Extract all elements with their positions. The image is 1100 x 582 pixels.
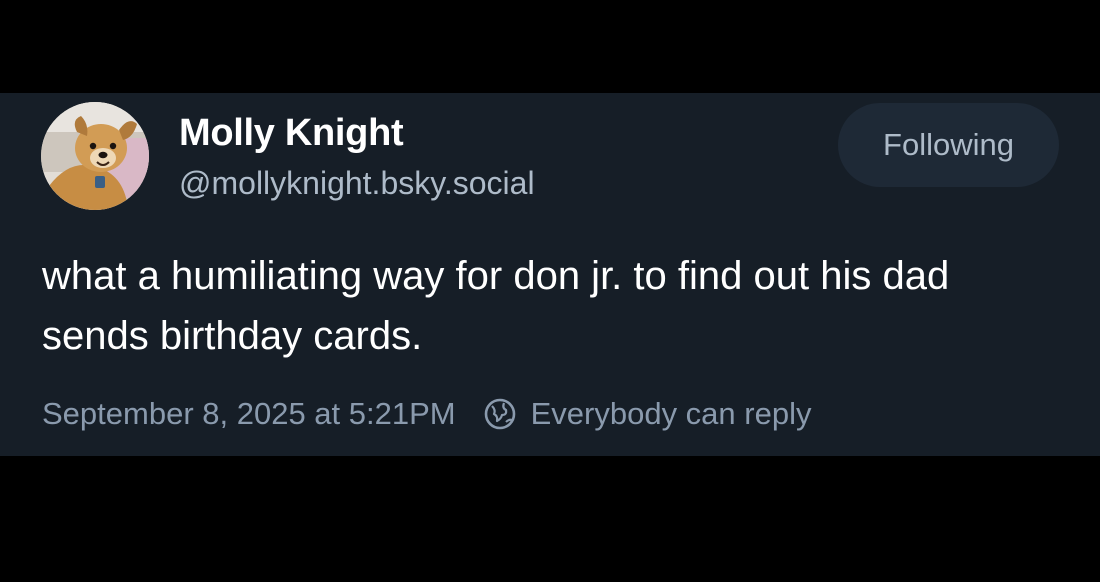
- author-handle[interactable]: @mollyknight.bsky.social: [179, 165, 535, 202]
- author-avatar[interactable]: [41, 102, 149, 210]
- following-button[interactable]: Following: [838, 103, 1059, 187]
- author-display-name[interactable]: Molly Knight: [179, 112, 404, 155]
- post-text: what a humiliating way for don jr. to fi…: [42, 254, 950, 358]
- reply-setting[interactable]: Everybody can reply: [482, 396, 812, 432]
- dog-avatar-icon: [41, 102, 149, 210]
- post-meta-row: September 8, 2025 at 5:21PM Everybody ca…: [42, 391, 811, 437]
- globe-icon: [482, 396, 518, 432]
- reply-setting-label: Everybody can reply: [530, 396, 812, 431]
- post-timestamp[interactable]: September 8, 2025 at 5:21PM: [42, 396, 456, 432]
